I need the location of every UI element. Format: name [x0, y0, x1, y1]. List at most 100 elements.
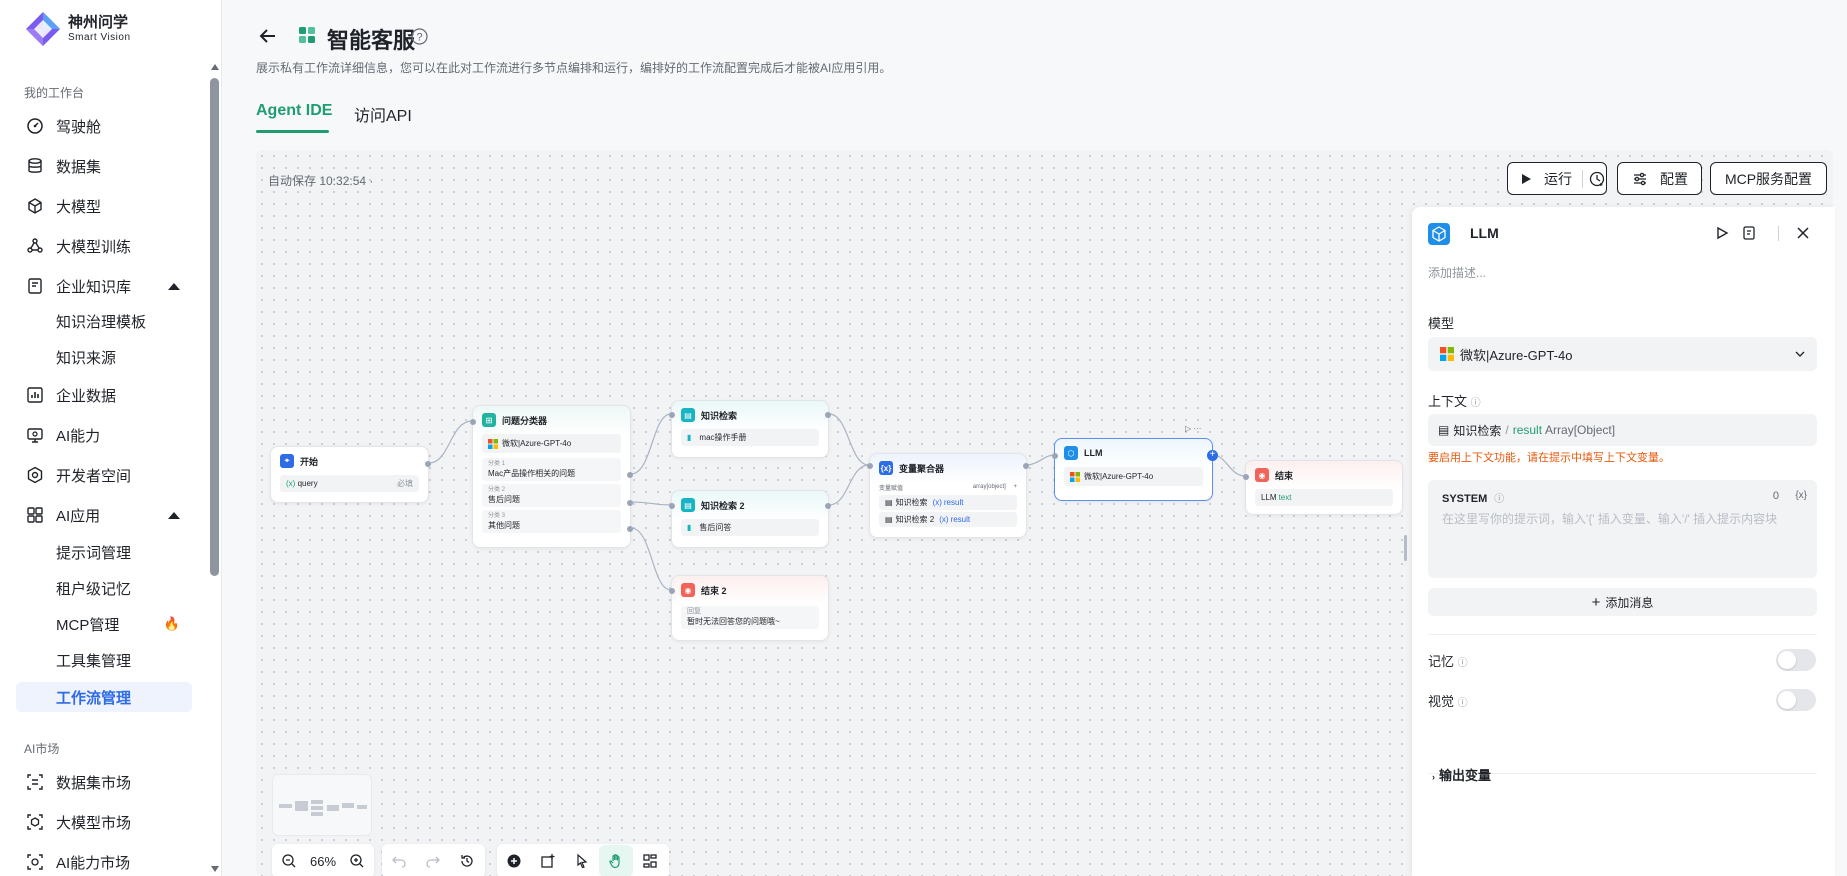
back-arrow-icon[interactable]	[256, 24, 280, 48]
sidebar-item-cockpit[interactable]: 驾驶舱	[16, 110, 192, 142]
tab-access-api[interactable]: 访问API	[354, 102, 412, 126]
node-variable-aggregator[interactable]: {x} 变量聚合器 变量赋值 array[object] + ▤ 知识检索 (x) r…	[867, 453, 1029, 538]
vision-toggle[interactable]	[1776, 689, 1816, 711]
history-run-icon[interactable]	[1589, 171, 1605, 187]
brand-name: 神州问学	[68, 14, 129, 31]
sidebar-item-prompts[interactable]: 提示词管理	[16, 537, 192, 567]
output-port[interactable]	[1023, 463, 1029, 469]
input-port[interactable]	[1052, 453, 1058, 459]
node-title: 问题分类器	[502, 415, 548, 426]
run-button[interactable]: 运行	[1507, 162, 1607, 195]
node-end-2[interactable]: ◉ 结束 2 回复 暂时无法回答您的问题哦~	[669, 575, 829, 641]
sidebar-item-governance-template[interactable]: 知识治理模板	[16, 306, 192, 336]
reply-value: 暂时无法回答您的问题哦~	[687, 617, 780, 626]
info-icon[interactable]: ⓘ	[1458, 658, 1468, 669]
sidebar-item-training[interactable]: 大模型训练	[16, 230, 192, 262]
node-llm[interactable]: ⬡ LLM 微软|Azure-GPT-4o +	[1052, 438, 1218, 501]
output-port[interactable]	[825, 503, 831, 509]
add-message-button[interactable]: + 添加消息	[1428, 588, 1817, 616]
sidebar-item-label: 提示词管理	[56, 544, 132, 562]
output-prefix: LLM	[1261, 493, 1277, 502]
help-icon[interactable]: ?	[411, 28, 428, 45]
input-port[interactable]	[669, 588, 675, 594]
mcp-config-button[interactable]: MCP服务配置	[1710, 162, 1827, 195]
sidebar-item-knowledge[interactable]: 企业知识库	[16, 270, 192, 302]
sidebar-item-knowledge-source[interactable]: 知识来源	[16, 342, 192, 372]
close-icon[interactable]	[1796, 226, 1810, 240]
scroll-up-icon[interactable]	[211, 64, 219, 70]
scroll-thumb[interactable]	[210, 78, 219, 576]
sidebar: 神州问学 Smart Vision 我的工作台 驾驶舱 数据集 大模型 大模型训…	[0, 0, 222, 876]
sidebar-item-models[interactable]: 大模型	[16, 190, 192, 222]
sidebar-scrollbar[interactable]	[210, 62, 220, 876]
sidebar-item-dataset-market[interactable]: 数据集市场	[16, 766, 192, 798]
output-port[interactable]	[425, 461, 431, 467]
chevron-down-icon	[1795, 351, 1805, 357]
minimap[interactable]	[272, 774, 372, 836]
chevron-up-icon[interactable]	[168, 282, 180, 290]
sidebar-item-workflows[interactable]: 工作流管理	[16, 682, 192, 712]
input-port[interactable]	[867, 463, 873, 469]
node-knowledge-retrieval-2[interactable]: ▤ 知识检索 2 ▮ 售后问答	[669, 490, 831, 548]
node-end[interactable]: ◉ 结束 LLM text	[1243, 460, 1403, 515]
hand-pan-icon[interactable]	[599, 845, 633, 876]
input-port[interactable]	[470, 419, 476, 425]
auto-layout-icon[interactable]	[633, 845, 667, 876]
sidebar-item-ai-market[interactable]: AI能力市场	[16, 846, 192, 876]
zoom-level[interactable]: 66%	[306, 854, 340, 869]
info-icon[interactable]: ⓘ	[1494, 494, 1504, 505]
sidebar-item-datasets[interactable]: 数据集	[16, 150, 192, 182]
add-node-icon[interactable]: +	[1207, 450, 1218, 461]
sidebar-item-model-market[interactable]: 大模型市场	[16, 806, 192, 838]
memory-toggle[interactable]	[1776, 649, 1816, 671]
zoom-out-icon[interactable]	[272, 845, 306, 876]
node-start[interactable]: ⌖ 开始 (x) query 必填	[270, 446, 431, 503]
sidebar-item-label: 工具集管理	[56, 652, 132, 670]
add-node-icon[interactable]	[497, 845, 531, 876]
output-port[interactable]	[627, 526, 633, 532]
scroll-down-icon[interactable]	[211, 866, 219, 872]
node-actions[interactable]: ▷ ···	[1185, 424, 1201, 433]
sidebar-item-mcp[interactable]: MCP管理 🔥	[16, 609, 192, 639]
info-icon[interactable]: ⓘ	[1471, 398, 1481, 409]
sidebar-item-dev-space[interactable]: 开发者空间	[16, 459, 192, 491]
panel-resize-handle[interactable]	[1404, 535, 1407, 561]
insert-variable-icon[interactable]: {x}	[1795, 490, 1807, 501]
sidebar-item-toolsets[interactable]: 工具集管理	[16, 645, 192, 675]
zoom-in-icon[interactable]	[340, 845, 374, 876]
model-name: 微软|Azure-GPT-4o	[1084, 472, 1154, 481]
undo-icon[interactable]	[382, 845, 416, 876]
brand[interactable]: 神州问学 Smart Vision	[24, 10, 131, 48]
output-variables-toggle[interactable]: › 输出变量	[1432, 765, 1491, 784]
input-port[interactable]	[1243, 474, 1249, 480]
input-port[interactable]	[669, 503, 675, 509]
row-var: result	[950, 515, 971, 524]
input-port[interactable]	[669, 412, 675, 418]
row-var: result	[943, 498, 964, 507]
node-question-classifier[interactable]: ⊞ 问题分类器 微软|Azure-GPT-4o 分类 1 Mac产品操作相关的问题…	[470, 405, 633, 548]
output-port[interactable]	[627, 500, 633, 506]
description-input[interactable]: 添加描述...	[1428, 264, 1486, 281]
add-note-icon[interactable]	[531, 845, 565, 876]
chevron-up-icon[interactable]	[168, 511, 180, 519]
run-node-icon[interactable]	[1715, 226, 1729, 240]
node-knowledge-retrieval-1[interactable]: ▤ 知识检索 ▮ mac操作手册	[669, 400, 831, 458]
model-select[interactable]: 微软|Azure-GPT-4o	[1428, 337, 1817, 371]
tab-agent-ide[interactable]: Agent IDE	[256, 102, 332, 120]
config-button[interactable]: 配置	[1617, 162, 1702, 195]
output-port[interactable]	[825, 412, 831, 418]
context-variable-field[interactable]: ▤ 知识检索 / result Array[Object]	[1428, 414, 1817, 446]
sidebar-item-ai-apps[interactable]: AI应用	[16, 499, 192, 531]
vision-label: 视觉 ⓘ	[1428, 691, 1468, 710]
system-prompt-editor[interactable]: SYSTEM ⓘ 0 {x} 在这里写你的提示词，输入'{' 插入变量、输入'/…	[1428, 480, 1817, 578]
add-icon[interactable]: +	[1013, 484, 1017, 490]
sidebar-item-tenant-memory[interactable]: 租户级记忆	[16, 573, 192, 603]
redo-icon[interactable]	[416, 845, 450, 876]
output-port[interactable]	[627, 472, 633, 478]
notes-icon[interactable]	[1742, 226, 1756, 240]
history-icon[interactable]	[450, 845, 484, 876]
sidebar-item-enterprise-data[interactable]: 企业数据	[16, 379, 192, 411]
sidebar-item-ai-capability[interactable]: AI能力	[16, 419, 192, 451]
info-icon[interactable]: ⓘ	[1458, 698, 1468, 709]
pointer-icon[interactable]	[565, 845, 599, 876]
